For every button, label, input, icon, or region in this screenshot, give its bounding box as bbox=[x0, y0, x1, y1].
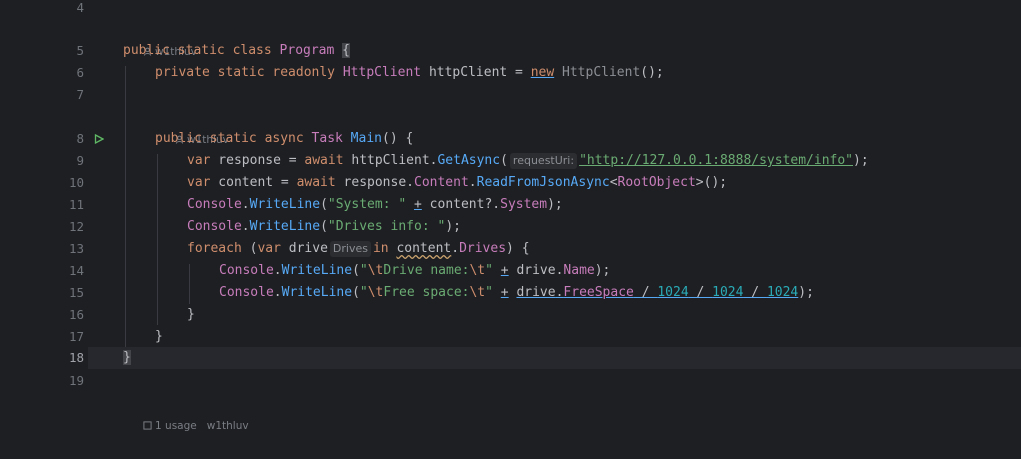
code-text: Console.WriteLine("\tDrive name:\t" + dr… bbox=[219, 263, 611, 278]
line-number: 15 bbox=[68, 285, 84, 300]
code-line-8[interactable]: 8 public static async Task Main() { bbox=[0, 128, 1021, 150]
code-line-4[interactable]: 4 bbox=[0, 0, 1021, 19]
matched-brace: } bbox=[123, 350, 131, 365]
code-line-16[interactable]: 16 } bbox=[0, 304, 1021, 326]
code-line-17[interactable]: 17 } bbox=[0, 326, 1021, 348]
line-number: 18 bbox=[68, 350, 84, 365]
line-number: 16 bbox=[68, 307, 84, 322]
code-line-18[interactable]: 18 } bbox=[0, 347, 1021, 369]
code-line-5[interactable]: 5 public static class Program { bbox=[0, 40, 1021, 62]
line-number: 9 bbox=[76, 153, 84, 168]
code-text: Console.WriteLine("Drives info: "); bbox=[187, 219, 461, 234]
codelens-row: w1thluv bbox=[0, 19, 1021, 58]
line-number: 4 bbox=[76, 0, 84, 15]
code-text: Console.WriteLine("\tFree space:\t" + dr… bbox=[219, 285, 814, 300]
code-text: var content = await response.Content.Rea… bbox=[187, 175, 728, 190]
line-number: 17 bbox=[68, 329, 84, 344]
line-number: 14 bbox=[68, 263, 84, 278]
code-line-9[interactable]: 9 var response = await httpClient.GetAsy… bbox=[0, 150, 1021, 172]
parameter-hint: requestUri: bbox=[509, 153, 578, 169]
line-number: 19 bbox=[68, 373, 84, 388]
line-number: 8 bbox=[76, 131, 84, 146]
line-number: 12 bbox=[68, 219, 84, 234]
line-number: 6 bbox=[76, 65, 84, 80]
line-number: 5 bbox=[76, 43, 84, 58]
code-text: Console.WriteLine("System: " + content?.… bbox=[187, 197, 563, 212]
code-line-6[interactable]: 6 private static readonly HttpClient htt… bbox=[0, 62, 1021, 84]
codelens-row: 1 usage w1thluv bbox=[0, 393, 1021, 432]
code-line-7[interactable]: 7 bbox=[0, 84, 1021, 106]
url-link[interactable]: "http://127.0.0.1:8888/system/info" bbox=[579, 153, 853, 168]
code-text: public static async Task Main() { bbox=[155, 131, 414, 146]
code-text: } bbox=[123, 347, 131, 369]
code-text: } bbox=[187, 307, 195, 322]
code-text: var response = await httpClient.GetAsync… bbox=[187, 153, 869, 169]
usage-icon bbox=[143, 421, 152, 430]
code-line-14[interactable]: 14 Console.WriteLine("\tDrive name:\t" +… bbox=[0, 260, 1021, 282]
code-text: private static readonly HttpClient httpC… bbox=[155, 65, 664, 80]
usage-text: 1 usage w1thluv bbox=[155, 420, 249, 432]
code-line-12[interactable]: 12 Console.WriteLine("Drives info: "); bbox=[0, 216, 1021, 238]
line-number: 13 bbox=[68, 241, 84, 256]
type-hint: Drives bbox=[329, 241, 371, 257]
code-text: public static class Program { bbox=[123, 43, 350, 58]
usage-codelens[interactable]: 1 usage w1thluv bbox=[123, 393, 249, 459]
code-line-15[interactable]: 15 Console.WriteLine("\tFree space:\t" +… bbox=[0, 282, 1021, 304]
code-line-10[interactable]: 10 var content = await response.Content.… bbox=[0, 172, 1021, 194]
codelens-row: w1thluv bbox=[0, 107, 1021, 146]
code-line-19[interactable]: 19 bbox=[0, 370, 1021, 392]
code-line-11[interactable]: 11 Console.WriteLine("System: " + conten… bbox=[0, 194, 1021, 216]
code-text: foreach (var drive Drives in content.Drive… bbox=[187, 241, 530, 257]
code-text: } bbox=[155, 329, 163, 344]
line-number: 10 bbox=[68, 175, 84, 190]
run-icon[interactable] bbox=[94, 134, 104, 144]
matched-brace: { bbox=[342, 43, 350, 58]
code-editor[interactable]: 4 w1thluv 5 public static class Program … bbox=[0, 0, 1021, 432]
line-number: 11 bbox=[68, 197, 84, 212]
code-line-13[interactable]: 13 foreach (var drive Drives in content.Dr… bbox=[0, 238, 1021, 260]
line-number: 7 bbox=[76, 87, 84, 102]
